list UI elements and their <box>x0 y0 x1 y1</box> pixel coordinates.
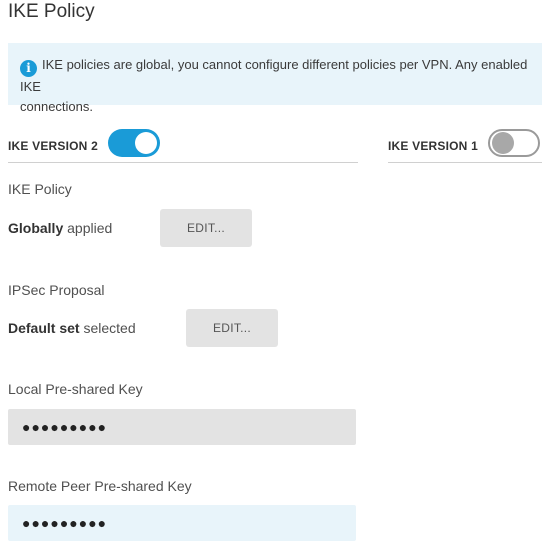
ipsec-proposal-status: Default set selected <box>8 320 136 336</box>
info-text-line1: IKE policies are global, you cannot conf… <box>20 57 528 94</box>
ike-policy-page: IKE Policy i IKE policies are global, you… <box>0 0 542 551</box>
local-key-label: Local Pre-shared Key <box>8 381 143 397</box>
toggle-knob <box>492 132 514 154</box>
ipsec-proposal-status-bold: Default set <box>8 320 80 336</box>
ike-version-row: IKE VERSION 2 IKE VERSION 1 <box>8 127 542 163</box>
ipsec-proposal-label: IPSec Proposal <box>8 282 105 298</box>
remote-key-label: Remote Peer Pre-shared Key <box>8 478 192 494</box>
info-banner: i IKE policies are global, you cannot con… <box>8 43 542 114</box>
ike-policy-status: Globally applied <box>8 220 112 236</box>
info-icon: i <box>20 60 37 77</box>
ipsec-proposal-edit-button[interactable]: EDIT... <box>186 309 278 347</box>
local-key-field[interactable]: ●●●●●●●●● <box>8 409 356 445</box>
ike-policy-label: IKE Policy <box>8 181 72 197</box>
ike-version-2-toggle[interactable] <box>108 129 160 157</box>
ike-policy-status-rest: applied <box>63 220 113 236</box>
ike-version-2-label: IKE VERSION 2 <box>8 139 98 153</box>
remote-key-field[interactable]: ●●●●●●●●● <box>8 505 356 541</box>
ike-version-1-section: IKE VERSION 1 <box>388 127 542 163</box>
ike-version-1-toggle[interactable] <box>488 129 540 157</box>
info-text-line2: connections. <box>20 99 93 114</box>
ipsec-proposal-status-rest: selected <box>79 320 136 336</box>
toggle-knob <box>135 132 157 154</box>
ike-version-1-label: IKE VERSION 1 <box>388 139 478 153</box>
ike-policy-status-bold: Globally <box>8 220 64 236</box>
page-title: IKE Policy <box>8 1 95 22</box>
ike-version-2-section: IKE VERSION 2 <box>8 127 358 163</box>
ike-policy-edit-button[interactable]: EDIT... <box>160 209 252 247</box>
